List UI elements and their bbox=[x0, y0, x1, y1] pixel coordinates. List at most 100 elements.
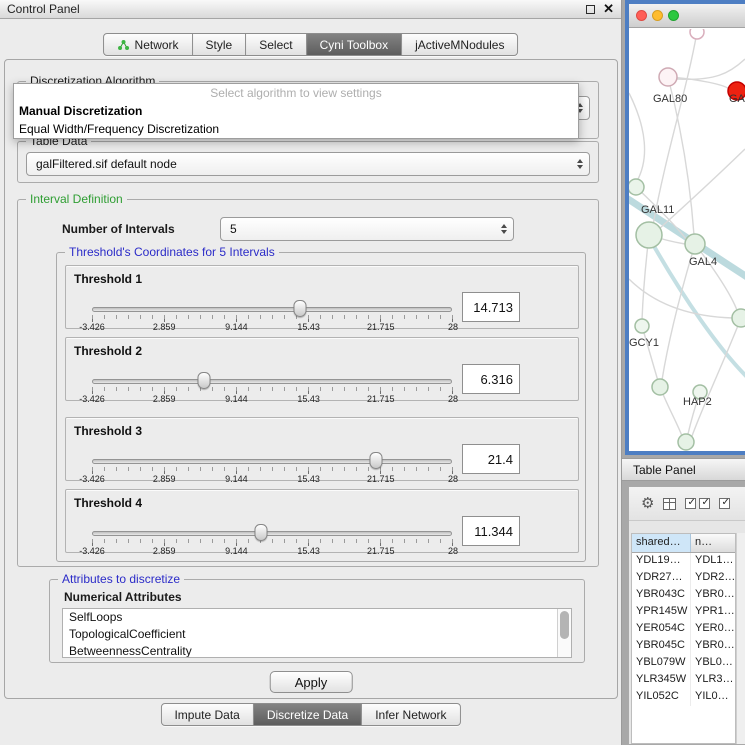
name-cell[interactable]: YBR0… bbox=[691, 587, 735, 604]
apply-button[interactable]: Apply bbox=[270, 671, 353, 693]
table-scrollbar[interactable] bbox=[736, 533, 745, 744]
list-item[interactable]: TopologicalCoefficient bbox=[63, 626, 571, 643]
slider-scale: -3.426 2.859 9.144 15.43 21.715 28 bbox=[92, 474, 453, 484]
shared-name-cell[interactable]: YDL19… bbox=[632, 553, 691, 570]
zoom-traffic-light-icon[interactable] bbox=[668, 10, 679, 21]
table-row[interactable]: YBR043CYBR0… bbox=[632, 587, 735, 604]
name-cell[interactable]: YDR2… bbox=[691, 570, 735, 587]
tab-style[interactable]: Style bbox=[193, 34, 247, 55]
slider-thumb-icon[interactable] bbox=[255, 524, 268, 541]
column-header-shared-name[interactable]: shared… bbox=[632, 534, 691, 552]
columns-icon[interactable] bbox=[663, 498, 676, 510]
network-node[interactable] bbox=[685, 234, 705, 254]
table-row[interactable]: YIL052CYIL0… bbox=[632, 689, 735, 706]
network-edge[interactable] bbox=[642, 326, 658, 381]
dropdown-placeholder-option[interactable]: Select algorithm to view settings bbox=[14, 84, 578, 102]
threshold-value-input[interactable] bbox=[462, 364, 520, 394]
numerical-attributes-list[interactable]: SelfLoops TopologicalCoefficient Between… bbox=[62, 608, 572, 658]
combo-stepper-icon bbox=[501, 224, 507, 234]
select-columns-icon[interactable] bbox=[685, 498, 710, 509]
slider-thumb-icon[interactable] bbox=[293, 300, 306, 317]
dropdown-option-manual[interactable]: Manual Discretization bbox=[14, 102, 578, 120]
network-edge[interactable] bbox=[659, 149, 745, 229]
table-row[interactable]: YPR145WYPR1… bbox=[632, 604, 735, 621]
slider-thumb-icon[interactable] bbox=[197, 372, 210, 389]
network-node[interactable] bbox=[636, 222, 662, 248]
name-cell[interactable]: YER0… bbox=[691, 621, 735, 638]
table-row[interactable]: YDL19…YDL1… bbox=[632, 553, 735, 570]
threshold-value-input[interactable] bbox=[462, 444, 520, 474]
threshold-slider[interactable]: -3.426 2.859 9.144 15.43 21.715 28 bbox=[92, 298, 452, 330]
table-row[interactable]: YER054CYER0… bbox=[632, 621, 735, 638]
threshold-value-input[interactable] bbox=[462, 292, 520, 322]
node-table: shared… n… YDL19…YDL1…YDR27…YDR2…YBR043C… bbox=[631, 533, 736, 744]
threshold-slider[interactable]: -3.426 2.859 9.144 15.43 21.715 28 bbox=[92, 370, 452, 402]
shared-name-cell[interactable]: YLR345W bbox=[632, 672, 691, 689]
tab-label: Cyni Toolbox bbox=[320, 38, 388, 52]
list-item[interactable]: BetweennessCentrality bbox=[63, 643, 571, 658]
shared-name-cell[interactable]: YBL079W bbox=[632, 655, 691, 672]
name-cell[interactable]: YPR1… bbox=[691, 604, 735, 621]
minimize-traffic-light-icon[interactable] bbox=[652, 10, 663, 21]
shared-name-cell[interactable]: YIL052C bbox=[632, 689, 691, 706]
list-item[interactable]: SelfLoops bbox=[63, 609, 571, 626]
slider-track[interactable] bbox=[92, 531, 452, 536]
tab-discretize-data[interactable]: Discretize Data bbox=[254, 704, 362, 725]
table-row[interactable]: YBL079WYBL0… bbox=[632, 655, 735, 672]
tab-select[interactable]: Select bbox=[246, 34, 306, 55]
name-cell[interactable]: YBL0… bbox=[691, 655, 735, 672]
network-canvas[interactable]: GAL80GAGAL11GAL4GCY1HAP2 bbox=[629, 29, 745, 451]
name-cell[interactable]: YBR0… bbox=[691, 638, 735, 655]
slider-track[interactable] bbox=[92, 379, 452, 384]
network-node[interactable] bbox=[659, 68, 677, 86]
threshold-slider[interactable]: -3.426 2.859 9.144 15.43 21.715 28 bbox=[92, 522, 452, 554]
number-of-intervals-select[interactable]: 5 bbox=[220, 217, 514, 241]
network-node[interactable] bbox=[690, 29, 704, 39]
dropdown-option-equal-width[interactable]: Equal Width/Frequency Discretization bbox=[14, 120, 578, 138]
network-node[interactable] bbox=[652, 379, 668, 395]
close-icon[interactable]: ✕ bbox=[603, 4, 614, 14]
slider-thumb-icon[interactable] bbox=[370, 452, 383, 469]
column-header-name[interactable]: n… bbox=[691, 534, 735, 552]
checkbox-icon[interactable] bbox=[719, 498, 730, 509]
name-cell[interactable]: YDL1… bbox=[691, 553, 735, 570]
slider-track[interactable] bbox=[92, 307, 452, 312]
table-row[interactable]: YBR045CYBR0… bbox=[632, 638, 735, 655]
network-node[interactable] bbox=[635, 319, 649, 333]
gear-icon[interactable]: ⚙ bbox=[641, 496, 654, 511]
float-window-icon[interactable] bbox=[586, 5, 595, 14]
shared-name-cell[interactable]: YPR145W bbox=[632, 604, 691, 621]
table-row[interactable]: YLR345WYLR3… bbox=[632, 672, 735, 689]
shared-name-cell[interactable]: YBR043C bbox=[632, 587, 691, 604]
network-node[interactable] bbox=[629, 179, 644, 195]
shared-name-cell[interactable]: YER054C bbox=[632, 621, 691, 638]
checkbox-icon[interactable] bbox=[685, 498, 696, 509]
scrollbar-thumb[interactable] bbox=[560, 611, 569, 639]
network-edge[interactable] bbox=[629, 93, 645, 181]
threshold-value-input[interactable] bbox=[462, 516, 520, 546]
network-node[interactable] bbox=[732, 309, 745, 327]
shared-name-cell[interactable]: YDR27… bbox=[632, 570, 691, 587]
table-data-select[interactable]: galFiltered.sif default node bbox=[26, 152, 590, 176]
tab-cyni-toolbox[interactable]: Cyni Toolbox bbox=[307, 34, 402, 55]
threshold-slider[interactable]: -3.426 2.859 9.144 15.43 21.715 28 bbox=[92, 450, 452, 482]
tab-impute-data[interactable]: Impute Data bbox=[161, 704, 253, 725]
close-traffic-light-icon[interactable] bbox=[636, 10, 647, 21]
table-row[interactable]: YDR27…YDR2… bbox=[632, 570, 735, 587]
numerical-attributes-label: Numerical Attributes bbox=[64, 590, 182, 604]
network-node[interactable] bbox=[678, 434, 694, 450]
network-edge[interactable] bbox=[692, 318, 741, 436]
bottom-tab-bar: Impute Data Discretize Data Infer Networ… bbox=[160, 703, 460, 726]
slider-track[interactable] bbox=[92, 459, 452, 464]
checkbox-icon[interactable] bbox=[699, 498, 710, 509]
threshold-label: Threshold 1 bbox=[74, 272, 142, 286]
name-cell[interactable]: YLR3… bbox=[691, 672, 735, 689]
name-cell[interactable]: YIL0… bbox=[691, 689, 735, 706]
table-panel-header[interactable]: Table Panel bbox=[622, 458, 745, 481]
tab-infer-network[interactable]: Infer Network bbox=[362, 704, 459, 725]
shared-name-cell[interactable]: YBR045C bbox=[632, 638, 691, 655]
tab-network[interactable]: Network bbox=[104, 34, 193, 55]
list-scrollbar[interactable] bbox=[557, 609, 571, 657]
tab-jactivemnodules[interactable]: jActiveMNodules bbox=[402, 34, 517, 55]
threshold-box-1: Threshold 1 -3.426 2.859 9.144 15.43 21.… bbox=[65, 265, 579, 329]
